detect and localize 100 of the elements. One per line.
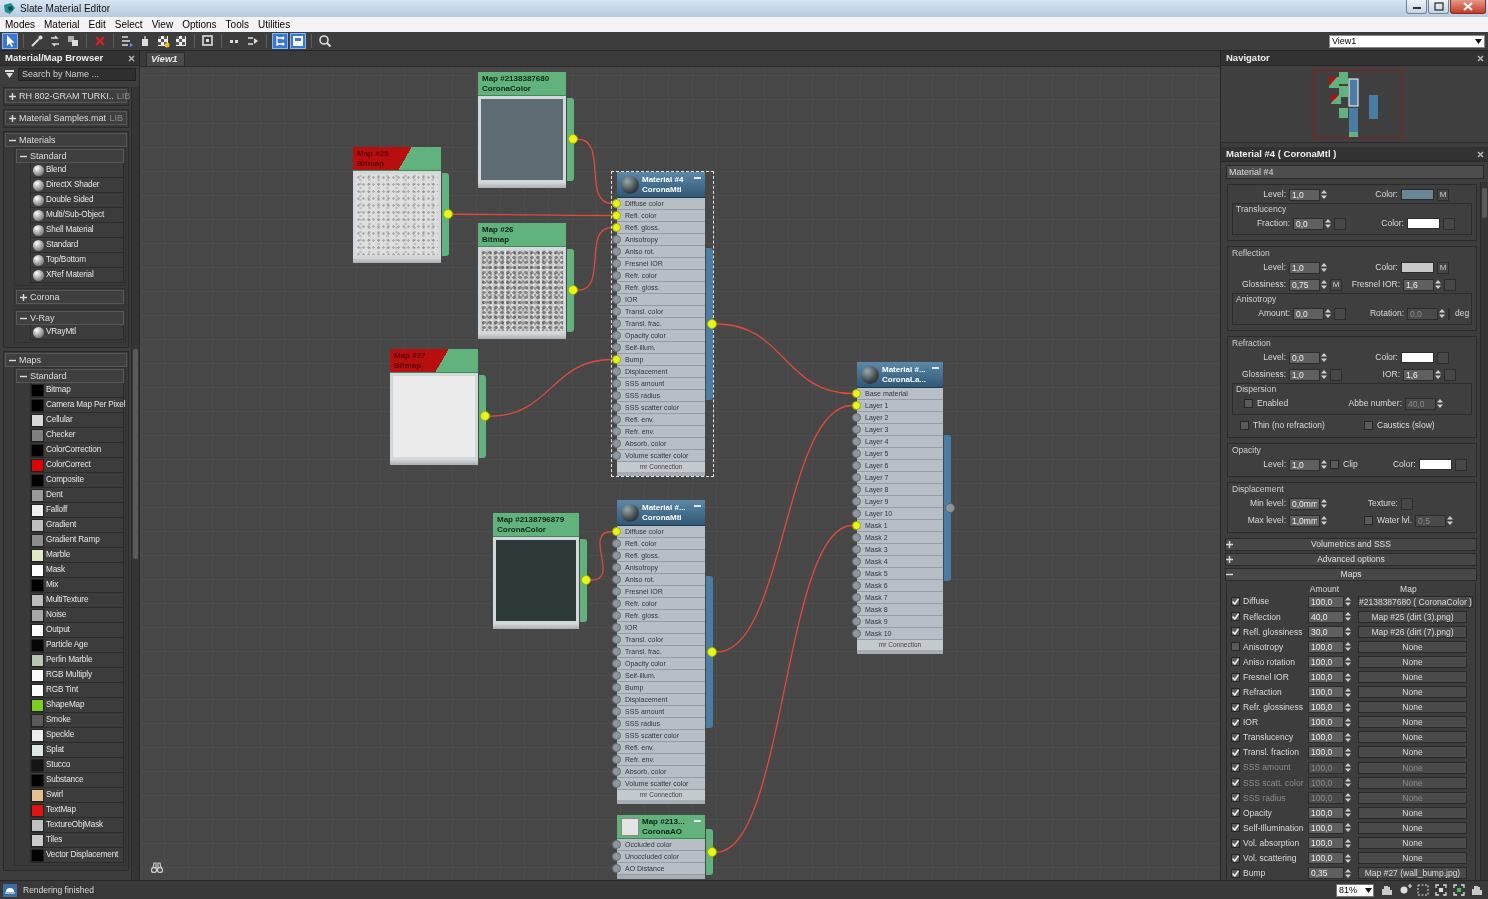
spinner-arrows-icon[interactable]: [1345, 807, 1351, 819]
output-socket[interactable]: [581, 575, 591, 586]
close-button[interactable]: [1477, 150, 1484, 158]
menu-item[interactable]: Tools: [221, 18, 254, 31]
map-slot-button[interactable]: None: [1358, 686, 1467, 699]
spinner-arrows-icon[interactable]: [1345, 731, 1351, 743]
browser-item[interactable]: Marble: [30, 548, 124, 563]
browser-item[interactable]: Stucco: [30, 758, 124, 773]
browser-item[interactable]: Standard: [30, 238, 124, 253]
value-field[interactable]: 100,0: [1308, 595, 1344, 608]
scrollbar[interactable]: [131, 87, 139, 880]
value-field[interactable]: 0,35: [1308, 867, 1344, 880]
browser-item[interactable]: Composite: [30, 473, 124, 488]
spinner-arrows-icon[interactable]: [1345, 611, 1351, 623]
group-header[interactable]: Standard: [16, 369, 124, 383]
browser-item[interactable]: Falloff: [30, 503, 124, 518]
input-socket[interactable]: [852, 485, 861, 494]
browser-item[interactable]: Cellular: [30, 413, 124, 428]
input-socket[interactable]: [612, 767, 621, 776]
input-socket[interactable]: [612, 539, 621, 548]
spinner-arrows-icon[interactable]: [1345, 852, 1351, 864]
value-field[interactable]: 0,75: [1289, 278, 1320, 291]
checkbox[interactable]: [1231, 748, 1240, 757]
plus-icon[interactable]: [20, 293, 27, 301]
value-field[interactable]: 100,0: [1308, 837, 1344, 850]
input-socket[interactable]: [612, 331, 621, 340]
input-socket[interactable]: [612, 295, 621, 304]
spinner-arrows-icon[interactable]: [1325, 218, 1331, 229]
browser-item[interactable]: Double Sided: [30, 193, 124, 208]
map-slot-button[interactable]: Map #26 (dirt (7).png): [1358, 625, 1467, 638]
value-field[interactable]: 1,0: [1289, 458, 1320, 471]
browser-item[interactable]: ShapeMap: [30, 698, 124, 713]
spinner-arrows-icon[interactable]: [1321, 262, 1327, 273]
input-socket[interactable]: [612, 235, 621, 244]
node-header[interactable]: Map #213... CoronaAO: [617, 815, 705, 839]
browser-item[interactable]: RGB Multiply: [30, 668, 124, 683]
value-field[interactable]: 0,0: [1293, 217, 1324, 230]
map-slot-button[interactable]: None: [1358, 640, 1467, 653]
input-socket[interactable]: [612, 527, 621, 536]
input-socket[interactable]: [612, 743, 621, 752]
browser-item[interactable]: Perlin Marble: [30, 653, 124, 668]
group-header[interactable]: Maps: [5, 353, 127, 367]
checkbox[interactable]: [1231, 612, 1240, 622]
spinner-arrows-icon[interactable]: [1345, 641, 1351, 653]
input-socket[interactable]: [852, 401, 861, 410]
value-field[interactable]: 1,6: [1403, 278, 1434, 291]
input-socket[interactable]: [852, 497, 861, 506]
browser-item[interactable]: Dent: [30, 488, 124, 503]
input-socket[interactable]: [612, 551, 621, 560]
value-field[interactable]: 1,6: [1403, 368, 1434, 381]
browser-item[interactable]: Mix: [30, 578, 124, 593]
maximize-button[interactable]: [1428, 0, 1449, 14]
input-socket[interactable]: [612, 647, 621, 656]
input-socket[interactable]: [852, 521, 861, 530]
input-socket[interactable]: [852, 425, 861, 434]
plus-icon[interactable]: [1226, 556, 1233, 563]
value-field[interactable]: 0,0mm: [1289, 497, 1320, 510]
spinner-arrows-icon[interactable]: [1325, 308, 1331, 319]
checkbox[interactable]: [1231, 702, 1240, 712]
checkbox[interactable]: [1231, 808, 1240, 818]
input-socket[interactable]: [612, 779, 621, 788]
color-swatch[interactable]: [1407, 218, 1440, 229]
color-swatch[interactable]: [1401, 189, 1434, 200]
map-node[interactable]: Map #2138387680 CoronaColor: [472, 71, 575, 189]
map-button[interactable]: M: [1437, 261, 1449, 274]
map-slot-button[interactable]: None: [1358, 731, 1467, 744]
value-field[interactable]: 100,0: [1308, 671, 1344, 683]
input-socket[interactable]: [612, 367, 621, 376]
menu-item[interactable]: Utilities: [253, 18, 296, 31]
input-socket[interactable]: [612, 755, 621, 764]
input-socket[interactable]: [852, 449, 861, 458]
map-node[interactable]: Map #26 Bitmap: [472, 222, 575, 340]
search-field[interactable]: Search by Name ...: [18, 67, 136, 81]
menu-item[interactable]: Options: [178, 18, 222, 31]
binoculars-icon[interactable]: [151, 862, 163, 873]
browser-item[interactable]: TextureObjMask: [30, 818, 124, 833]
toolbar-button[interactable]: [2, 33, 18, 49]
input-socket[interactable]: [612, 259, 621, 268]
input-socket[interactable]: [612, 575, 621, 584]
spinner-arrows-icon[interactable]: [1437, 398, 1443, 409]
browser-item[interactable]: Mask: [30, 563, 124, 578]
output-socket[interactable]: [945, 503, 955, 513]
spinner-arrows-icon[interactable]: [1447, 515, 1454, 526]
input-socket[interactable]: [612, 683, 621, 692]
browser-item[interactable]: Vector Displacement: [30, 848, 124, 863]
spinner-arrows-icon[interactable]: [1345, 686, 1351, 698]
close-button[interactable]: [1477, 54, 1484, 62]
scrollbar-thumb[interactable]: [1482, 188, 1487, 218]
value-field[interactable]: 1,0: [1289, 368, 1320, 381]
value-field[interactable]: 100,0: [1308, 716, 1344, 729]
value-field[interactable]: 100,0: [1308, 686, 1344, 699]
checkbox[interactable]: [1231, 717, 1240, 727]
input-socket[interactable]: [852, 569, 861, 578]
frame-icon[interactable]: [1452, 883, 1466, 897]
value-field[interactable]: 100,0: [1308, 806, 1344, 819]
input-socket[interactable]: [612, 611, 621, 620]
browser-item[interactable]: Splat: [30, 743, 124, 758]
spinner-arrows-icon[interactable]: [1345, 656, 1351, 668]
spinner-arrows-icon[interactable]: [1321, 515, 1327, 526]
region-icon[interactable]: [1416, 883, 1430, 897]
